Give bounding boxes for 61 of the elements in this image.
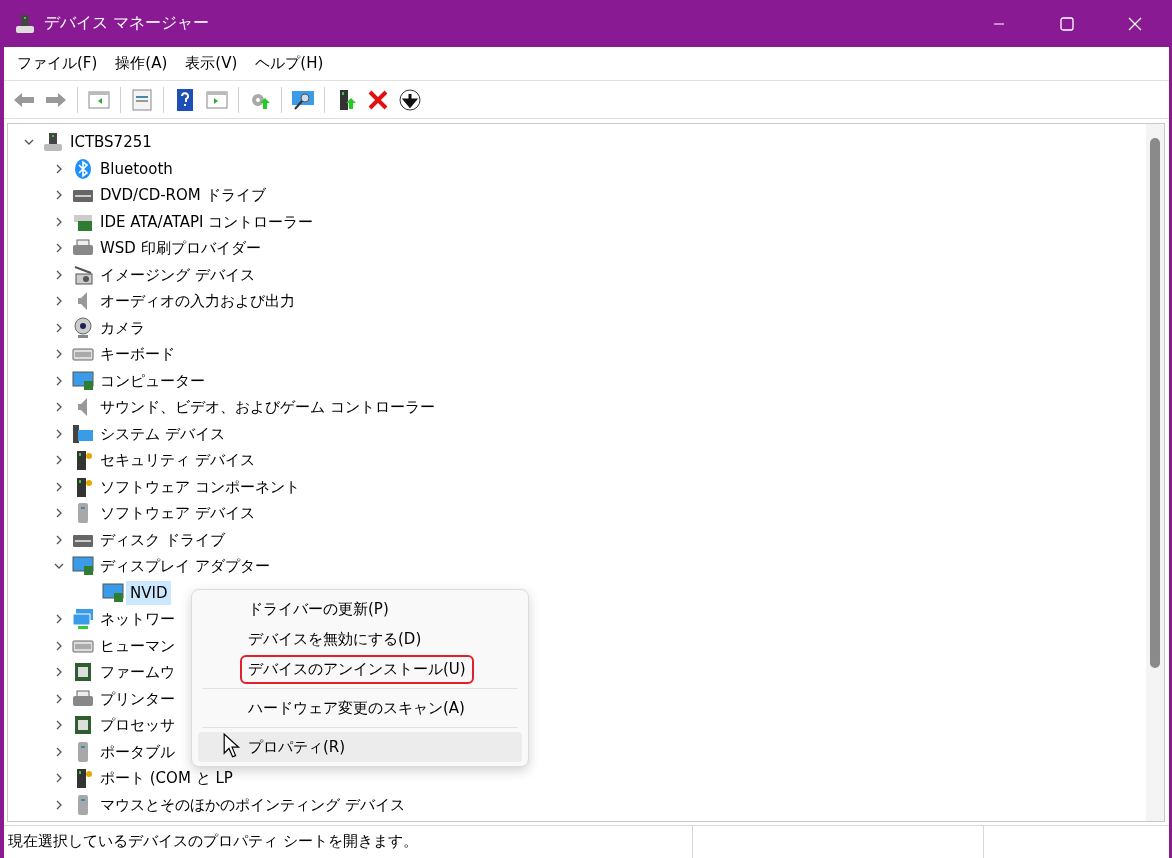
menu-option-label: デバイスを無効にする(D) [247, 628, 423, 650]
drive-icon [72, 188, 94, 203]
app-icon [14, 12, 36, 35]
camera-icon [72, 263, 94, 286]
monitor-icon [72, 369, 94, 392]
tree-item[interactable]: ファームウ [96, 660, 179, 685]
menu-option-label: デバイスのアンインストール(U) [240, 654, 474, 684]
tree-item[interactable]: WSD 印刷プロバイダー [96, 236, 265, 261]
bluetooth-icon [72, 157, 94, 180]
tree-item[interactable]: IDE ATA/ATAPI コントローラー [96, 209, 318, 234]
tree-item[interactable]: プロセッサ [96, 713, 179, 738]
tree-item[interactable]: マウスとそのほかのポインティング デバイス [96, 792, 409, 817]
computer-icon [42, 131, 64, 154]
window-title: デバイス マネージャー [44, 13, 211, 34]
tree-item[interactable]: ソフトウェア コンポーネント [96, 474, 304, 499]
menu-option-label: ハードウェア変更のスキャン(A) [247, 697, 466, 719]
menu-option[interactable]: デバイスを無効にする(D) [198, 624, 522, 654]
menu-option-label: プロパティ(R) [247, 736, 347, 758]
maximize-icon [1060, 16, 1074, 31]
tree-item[interactable]: ポート (COM と LP [96, 766, 237, 791]
monitor-icon [72, 555, 94, 578]
monitor-icon [102, 581, 124, 604]
tree-item[interactable]: Bluetooth [96, 156, 177, 181]
menu-option-label: ドライバーの更新(P) [247, 598, 390, 620]
tree-item[interactable]: システム デバイス [96, 421, 229, 446]
system-icon [72, 422, 94, 445]
tree-item[interactable]: ヒューマン [96, 633, 179, 658]
tree-item[interactable]: イメージング デバイス [96, 262, 259, 287]
drive-icon [72, 532, 94, 547]
tree-item[interactable]: NVID [126, 580, 172, 605]
document-icon [130, 87, 154, 112]
tree-item[interactable]: ICTBS7251 [66, 130, 156, 155]
tree-item[interactable]: カメラ [96, 315, 149, 340]
chip-icon [72, 661, 94, 684]
menu-option[interactable]: ドライバーの更新(P) [198, 594, 522, 624]
tree-item[interactable]: DVD/CD-ROM ドライブ [96, 183, 270, 208]
menu-option[interactable]: デバイスのアンインストール(U) [198, 654, 522, 684]
scrollbar[interactable] [1146, 124, 1164, 821]
close-icon [1128, 16, 1142, 31]
tree-item[interactable]: サウンド、ビデオ、およびゲーム コントローラー [96, 395, 439, 420]
tree-item[interactable]: コンピューター [96, 368, 209, 393]
tree-item[interactable]: キーボード [96, 342, 179, 367]
cursor-icon [223, 732, 241, 760]
network-icon [72, 608, 94, 631]
menu-item[interactable]: 表示(V) [176, 50, 247, 77]
menu-item[interactable]: 操作(A) [106, 50, 177, 77]
tree-item[interactable]: ポータブル [96, 739, 179, 764]
menu-item[interactable]: ファイル(F) [8, 50, 107, 77]
menu-item[interactable]: ヘルプ(H) [246, 50, 333, 77]
status-text: 現在選択しているデバイスのプロパティ シートを開きます。 [4, 826, 693, 858]
tree-item[interactable]: ソフトウェア デバイス [96, 501, 259, 526]
tree-item[interactable]: ネットワー [96, 607, 179, 632]
menu-option[interactable]: プロパティ(R) [198, 732, 522, 762]
tree-item[interactable]: オーディオの入力および出力 [96, 289, 299, 314]
webcam-icon [72, 316, 94, 339]
tree-item[interactable]: ディスプレイ アダプター [96, 554, 274, 579]
menu-option[interactable]: ハードウェア変更のスキャン(A) [198, 693, 522, 723]
tree-item[interactable]: プリンター [96, 686, 179, 711]
chip-icon [72, 714, 94, 737]
tree-item[interactable]: セキュリティ デバイス [96, 448, 259, 473]
tree-item[interactable]: ディスク ドライブ [96, 527, 229, 552]
